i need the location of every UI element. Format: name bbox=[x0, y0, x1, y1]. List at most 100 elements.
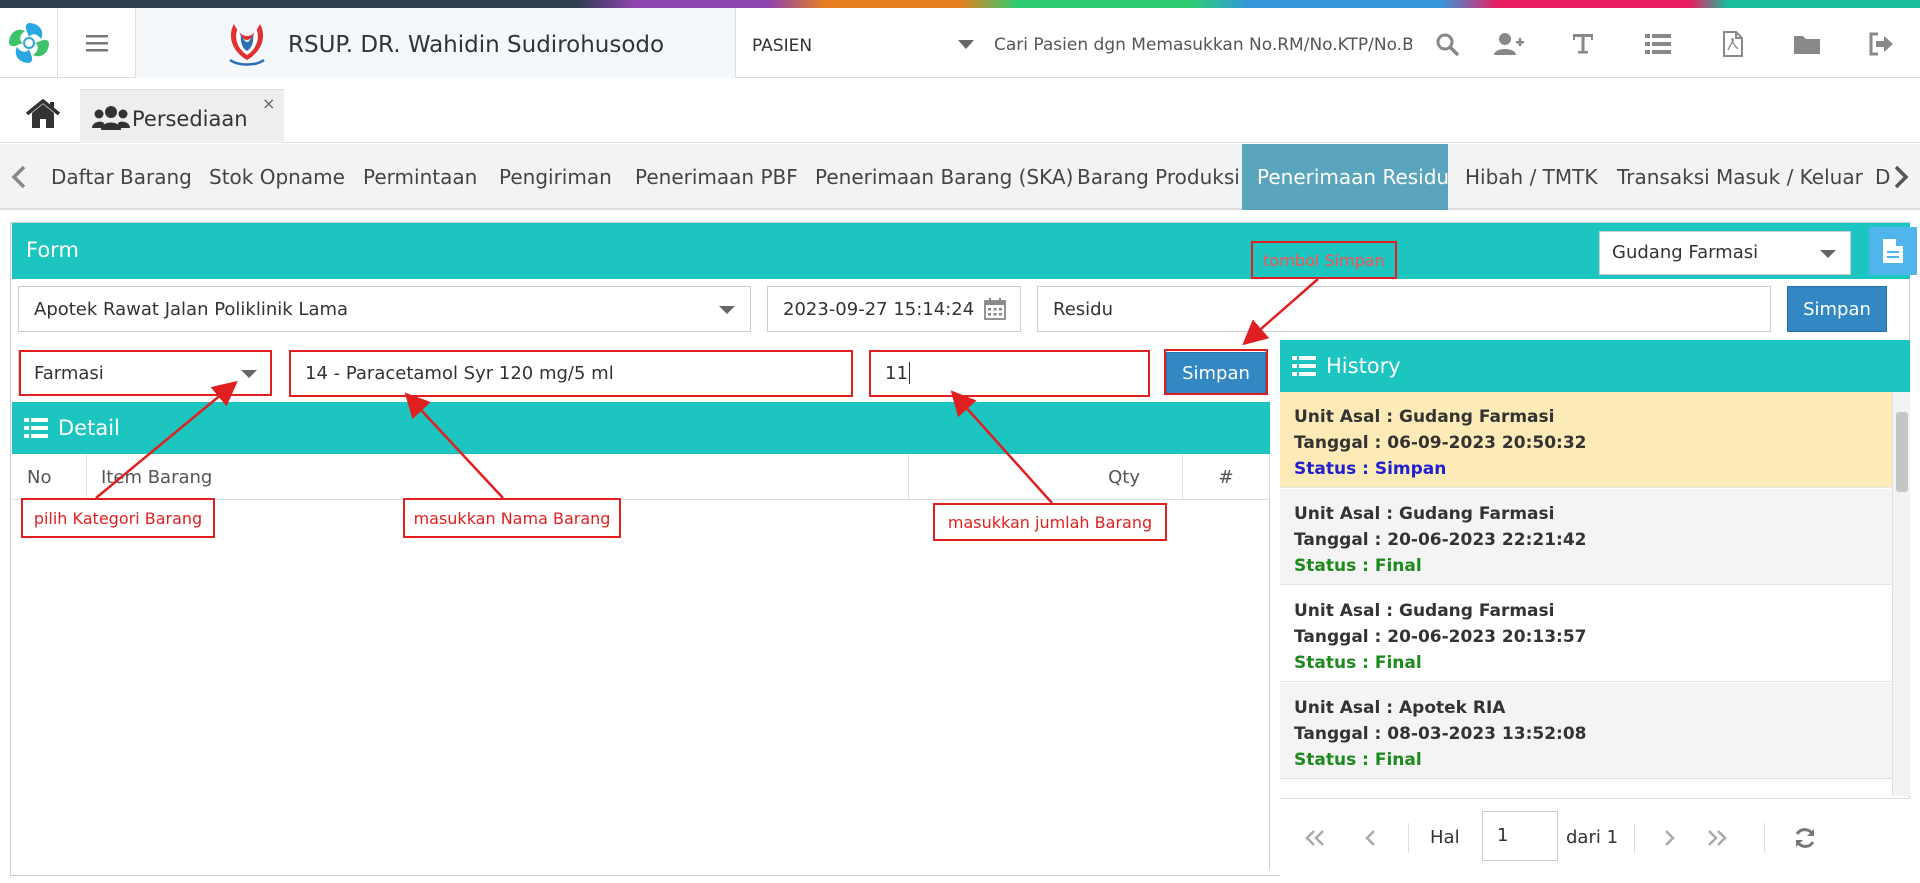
annotation-tombol-simpan: tombol Simpan bbox=[1251, 241, 1397, 279]
detail-header: Detail bbox=[12, 402, 1270, 454]
chevron-down-icon[interactable] bbox=[958, 40, 974, 49]
calendar-icon[interactable] bbox=[984, 298, 1006, 320]
history-item[interactable]: Unit Asal : Apotek RIA Tanggal : 08-03-2… bbox=[1280, 683, 1892, 779]
history-item-partial[interactable] bbox=[1280, 780, 1892, 794]
gudang-select[interactable]: Gudang Farmasi bbox=[1599, 231, 1851, 275]
history-status: Status : Final bbox=[1294, 653, 1422, 673]
hamburger-icon bbox=[85, 35, 108, 52]
annotation-masukkan-jumlah: masukkan jumlah Barang bbox=[933, 503, 1167, 541]
unit-select[interactable]: Apotek Rawat Jalan Poliklinik Lama bbox=[18, 286, 751, 332]
nav-stok-opname[interactable]: Stok Opname bbox=[194, 144, 360, 210]
new-document-button[interactable] bbox=[1869, 227, 1917, 275]
module-nav: Daftar Barang Stok Opname Permintaan Pen… bbox=[0, 144, 1920, 210]
date-time-field[interactable]: 2023-09-27 15:14:24 bbox=[767, 286, 1021, 332]
detail-table-body bbox=[12, 499, 1270, 869]
history-scrollbar[interactable] bbox=[1892, 392, 1910, 796]
history-item[interactable]: Unit Asal : Gudang Farmasi Tanggal : 06-… bbox=[1280, 392, 1892, 488]
nav-pengiriman[interactable]: Pengiriman bbox=[484, 144, 627, 210]
nav-left-arrow-icon[interactable] bbox=[8, 164, 30, 190]
nav-truncated-item[interactable]: D bbox=[1860, 144, 1890, 210]
form-header: Form Gudang Farmasi bbox=[12, 223, 1917, 279]
form-title: Form bbox=[26, 238, 79, 262]
nav-daftar-barang[interactable]: Daftar Barang bbox=[36, 144, 207, 210]
pager-divider bbox=[1634, 823, 1635, 853]
history-unit: Unit Asal : Apotek RIA bbox=[1294, 698, 1506, 718]
detail-title: Detail bbox=[58, 416, 120, 440]
document-icon bbox=[1883, 239, 1903, 263]
hamburger-menu-button[interactable] bbox=[58, 8, 136, 78]
annotation-kategori-highlight bbox=[19, 350, 272, 396]
nav-penerimaan-residu[interactable]: Penerimaan Residu bbox=[1242, 144, 1449, 210]
column-header-action: # bbox=[1183, 455, 1270, 499]
nav-transaksi-masuk-keluar[interactable]: Transaksi Masuk / Keluar bbox=[1602, 144, 1878, 210]
history-date: Tanggal : 20-06-2023 20:13:57 bbox=[1294, 627, 1587, 647]
top-bar: RSUP. DR. Wahidin Sudirohusodo PASIEN bbox=[0, 8, 1920, 78]
history-panel: History Unit Asal : Gudang Farmasi Tangg… bbox=[1280, 340, 1910, 876]
nav-hibah-tmtk[interactable]: Hibah / TMTK bbox=[1450, 144, 1612, 210]
date-time-value: 2023-09-27 15:14:24 bbox=[783, 298, 975, 320]
history-header: History bbox=[1280, 340, 1910, 392]
first-page-icon[interactable] bbox=[1302, 827, 1328, 849]
history-date: Tanggal : 20-06-2023 22:21:42 bbox=[1294, 530, 1587, 550]
history-status: Status : Final bbox=[1294, 556, 1422, 576]
annotation-masukkan-nama: masukkan Nama Barang bbox=[403, 498, 621, 538]
annotation-save-highlight bbox=[1164, 349, 1268, 395]
scrollbar-thumb[interactable] bbox=[1896, 412, 1908, 492]
nav-barang-produksi[interactable]: Barang Produksi bbox=[1062, 144, 1255, 210]
close-icon[interactable]: × bbox=[262, 94, 275, 113]
history-date: Tanggal : 06-09-2023 20:50:32 bbox=[1294, 433, 1587, 453]
logout-icon[interactable] bbox=[1866, 30, 1896, 58]
home-tab[interactable] bbox=[20, 97, 66, 137]
refresh-icon[interactable] bbox=[1792, 827, 1818, 849]
page-label: Hal bbox=[1430, 827, 1460, 848]
history-unit: Unit Asal : Gudang Farmasi bbox=[1294, 504, 1555, 524]
column-header-item-barang[interactable]: Item Barang bbox=[87, 455, 909, 499]
history-title: History bbox=[1326, 354, 1401, 378]
history-list: Unit Asal : Gudang Farmasi Tanggal : 06-… bbox=[1280, 392, 1892, 794]
chevron-down-icon bbox=[1820, 250, 1836, 258]
list-icon bbox=[24, 418, 48, 438]
app-logo[interactable] bbox=[0, 8, 58, 78]
add-user-icon[interactable] bbox=[1494, 30, 1524, 58]
annotation-nama-highlight bbox=[289, 350, 853, 397]
page-total-label: dari 1 bbox=[1566, 827, 1619, 848]
patient-category-select[interactable]: PASIEN bbox=[752, 36, 812, 56]
pdf-icon[interactable] bbox=[1718, 30, 1748, 58]
keterangan-field[interactable]: Residu bbox=[1037, 286, 1771, 332]
tab-persediaan-label: Persediaan bbox=[132, 107, 248, 131]
tab-persediaan[interactable]: Persediaan × bbox=[80, 89, 284, 143]
search-icon[interactable] bbox=[1432, 30, 1462, 58]
folder-icon[interactable] bbox=[1792, 30, 1822, 58]
annotation-pilih-kategori: pilih Kategori Barang bbox=[21, 498, 215, 538]
home-icon bbox=[26, 99, 60, 128]
list-icon bbox=[1292, 356, 1316, 376]
column-header-no[interactable]: No bbox=[12, 455, 87, 499]
history-unit: Unit Asal : Gudang Farmasi bbox=[1294, 601, 1555, 621]
history-pager: Hal 1 dari 1 bbox=[1280, 798, 1910, 876]
list-icon[interactable] bbox=[1643, 30, 1673, 58]
nav-right-arrow-icon[interactable] bbox=[1890, 164, 1912, 190]
nav-penerimaan-barang-ska[interactable]: Penerimaan Barang (SKA) bbox=[800, 144, 1088, 210]
pager-divider bbox=[1408, 823, 1409, 853]
text-icon[interactable] bbox=[1568, 30, 1598, 58]
history-item[interactable]: Unit Asal : Gudang Farmasi Tanggal : 20-… bbox=[1280, 489, 1892, 585]
pager-divider bbox=[1764, 823, 1765, 853]
page-number-input[interactable]: 1 bbox=[1482, 811, 1558, 861]
nav-permintaan[interactable]: Permintaan bbox=[348, 144, 492, 210]
gudang-select-value: Gudang Farmasi bbox=[1612, 242, 1759, 263]
patient-search-input[interactable] bbox=[994, 28, 1412, 62]
column-header-qty[interactable]: Qty bbox=[909, 455, 1183, 499]
hospital-name: RSUP. DR. Wahidin Sudirohusodo bbox=[288, 32, 665, 58]
top-color-strip bbox=[0, 0, 1920, 8]
users-icon bbox=[92, 106, 130, 130]
history-item[interactable]: Unit Asal : Gudang Farmasi Tanggal : 20-… bbox=[1280, 586, 1892, 682]
hospital-brand: RSUP. DR. Wahidin Sudirohusodo bbox=[136, 8, 736, 78]
history-date: Tanggal : 08-03-2023 13:52:08 bbox=[1294, 724, 1587, 744]
annotation-qty-highlight bbox=[869, 350, 1150, 397]
nav-penerimaan-pbf[interactable]: Penerimaan PBF bbox=[620, 144, 813, 210]
save-button[interactable]: Simpan bbox=[1787, 286, 1887, 332]
next-page-icon[interactable] bbox=[1656, 827, 1682, 849]
open-tabs-bar: Persediaan × bbox=[0, 79, 1920, 143]
prev-page-icon[interactable] bbox=[1358, 827, 1384, 849]
last-page-icon[interactable] bbox=[1704, 827, 1730, 849]
